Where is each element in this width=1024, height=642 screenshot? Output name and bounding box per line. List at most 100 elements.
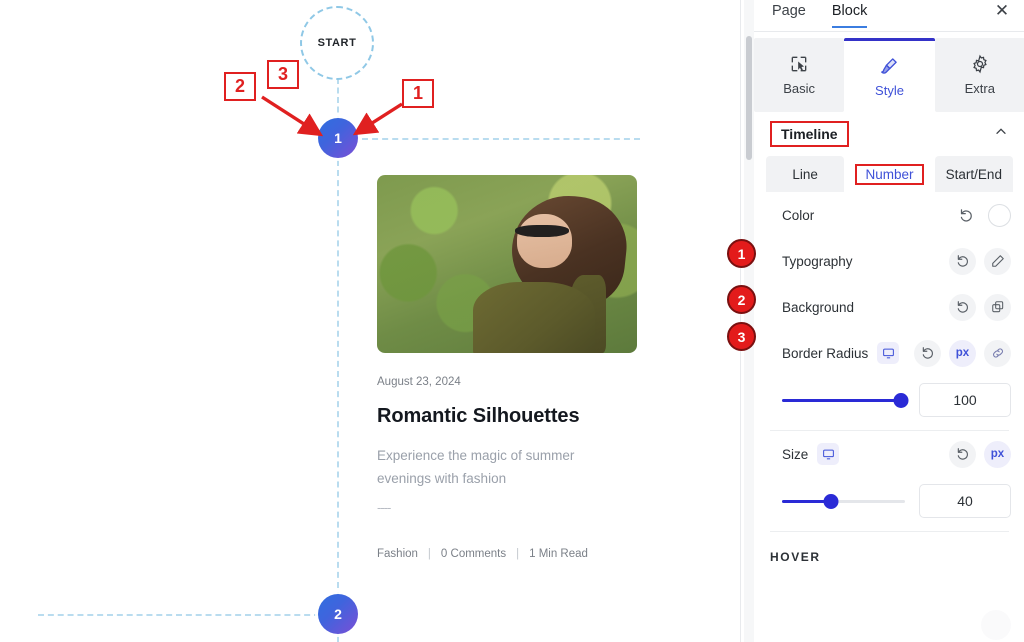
reset-icon-size[interactable] [949,440,976,468]
post-excerpt: Experience the magic of summer evenings … [377,448,575,486]
pencil-edit-icon[interactable] [984,247,1011,275]
option-label-border-radius: Border Radius [782,345,869,361]
tab-style-label: Style [875,82,904,98]
annotation-box-1: 1 [402,79,434,108]
hover-section-label: HOVER [770,550,821,564]
post-category[interactable]: Fashion [377,548,418,560]
option-row-size: Size px [754,431,1024,477]
subtab-number[interactable]: Number [850,156,929,192]
subtab-start-end-label: Start/End [945,166,1002,182]
settings-panel: Page Block ✕ Basic Style Extra Timeline … [740,0,1024,642]
border-radius-slider[interactable] [782,391,909,409]
subtab-number-label: Number [855,163,924,185]
gear-icon [970,54,990,74]
reset-icon-border-radius[interactable] [914,339,941,367]
timeline-section-header[interactable]: Timeline [754,112,1024,156]
panel-header: Page Block ✕ [754,0,1024,32]
background-row-controls [949,293,1011,321]
post-read-time: 1 Min Read [529,548,588,560]
reset-icon-typography[interactable] [949,247,976,275]
option-label-background: Background [782,299,855,315]
photo-face-shape [517,214,572,268]
meta-separator-2: | [516,548,520,560]
slider-fill [782,399,902,402]
option-label-color: Color [782,207,815,223]
editor-canvas: START 1 2 August 23, 2024 Romantic Silho… [0,0,740,642]
slider-knob[interactable] [823,494,839,509]
cursor-select-icon [789,54,809,74]
paintbrush-icon [879,56,899,76]
size-controls: px [949,440,1011,468]
option-row-typography: Typography [754,238,1024,284]
meta-separator-1: | [427,548,431,560]
annotation-box-3: 3 [267,60,299,89]
border-radius-controls: px [914,339,1011,367]
post-meta: Fashion | 0 Comments | 1 Min Read [377,548,639,560]
desktop-icon-size[interactable] [817,443,840,465]
subtab-start-end[interactable]: Start/End [934,156,1013,192]
post-featured-image [377,175,637,353]
timeline-post-card[interactable]: August 23, 2024 Romantic Silhouettes Exp… [377,175,639,560]
timeline-node-1[interactable]: 1 [318,118,358,158]
reset-icon-background[interactable] [949,293,976,321]
timeline-subtabs: Line Number Start/End [754,156,1024,192]
tab-style[interactable]: Style [844,38,935,112]
tab-block[interactable]: Block [831,0,868,28]
post-title: Romantic Silhouettes [377,405,580,427]
style-segment-tabs: Basic Style Extra [754,38,1024,112]
tab-extra[interactable]: Extra [934,38,1024,112]
callout-bullet-1: 1 [727,239,756,268]
tab-basic-label: Basic [783,81,816,96]
panel-scrollbar[interactable] [744,0,754,642]
option-row-color: Color [754,192,1024,238]
subtab-line[interactable]: Line [766,156,845,192]
tab-basic[interactable]: Basic [754,38,845,112]
size-value[interactable]: 40 [919,484,1011,518]
timeline-spine-upper [337,78,339,122]
slider-knob[interactable] [893,393,909,408]
desktop-icon-border-radius[interactable] [877,342,900,364]
app-root: START 1 2 August 23, 2024 Romantic Silho… [0,0,1024,642]
option-row-border-radius: Border Radius px [754,330,1024,376]
post-comments-count[interactable]: 0 Comments [441,548,506,560]
option-label-typography: Typography [782,253,853,269]
option-label-size: Size [782,446,809,462]
unit-px-size[interactable]: px [984,440,1011,468]
unit-px-border-radius[interactable]: px [949,339,976,367]
timeline-connector-node-2 [38,614,320,616]
border-radius-value[interactable]: 100 [919,383,1011,417]
timeline-node-2[interactable]: 2 [318,594,358,634]
option-row-background: Background [754,284,1024,330]
timeline-connector-node-1 [362,138,640,140]
sunglasses-icon [514,224,570,238]
section-title-timeline: Timeline [770,121,849,147]
chevron-up-icon[interactable] [993,124,1009,145]
annotation-box-2: 2 [224,72,256,101]
color-row-controls [953,202,1011,229]
callout-bullet-3: 3 [727,322,756,351]
ghost-control-icon [981,610,1011,640]
timeline-node-2-label: 2 [334,606,342,622]
size-slider[interactable] [782,492,905,510]
panel-scrollbar-thumb[interactable] [746,36,752,160]
copy-layers-icon[interactable] [984,293,1011,321]
timeline-node-1-label: 1 [334,130,342,146]
panel-content: Page Block ✕ Basic Style Extra Timeline … [754,0,1024,642]
photo-body-shape [473,281,596,353]
timeline-start-marker[interactable]: START [300,6,374,80]
close-icon[interactable]: ✕ [993,2,1011,20]
link-icon-border-radius[interactable] [984,339,1011,367]
size-slider-row: 40 [754,477,1024,525]
subtab-line-label: Line [792,166,818,182]
tab-page[interactable]: Page [772,0,806,26]
post-divider-dashes: ---- [377,500,391,515]
tab-extra-label: Extra [964,81,995,96]
typography-row-controls [949,247,1011,275]
timeline-spine-middle [337,160,339,598]
callout-bullet-2: 2 [727,285,756,314]
timeline-start-label: START [317,37,357,49]
post-date: August 23, 2024 [377,376,461,388]
border-radius-slider-row: 100 [754,376,1024,424]
reset-icon-color[interactable] [953,202,980,229]
color-swatch-icon[interactable] [988,203,1011,227]
